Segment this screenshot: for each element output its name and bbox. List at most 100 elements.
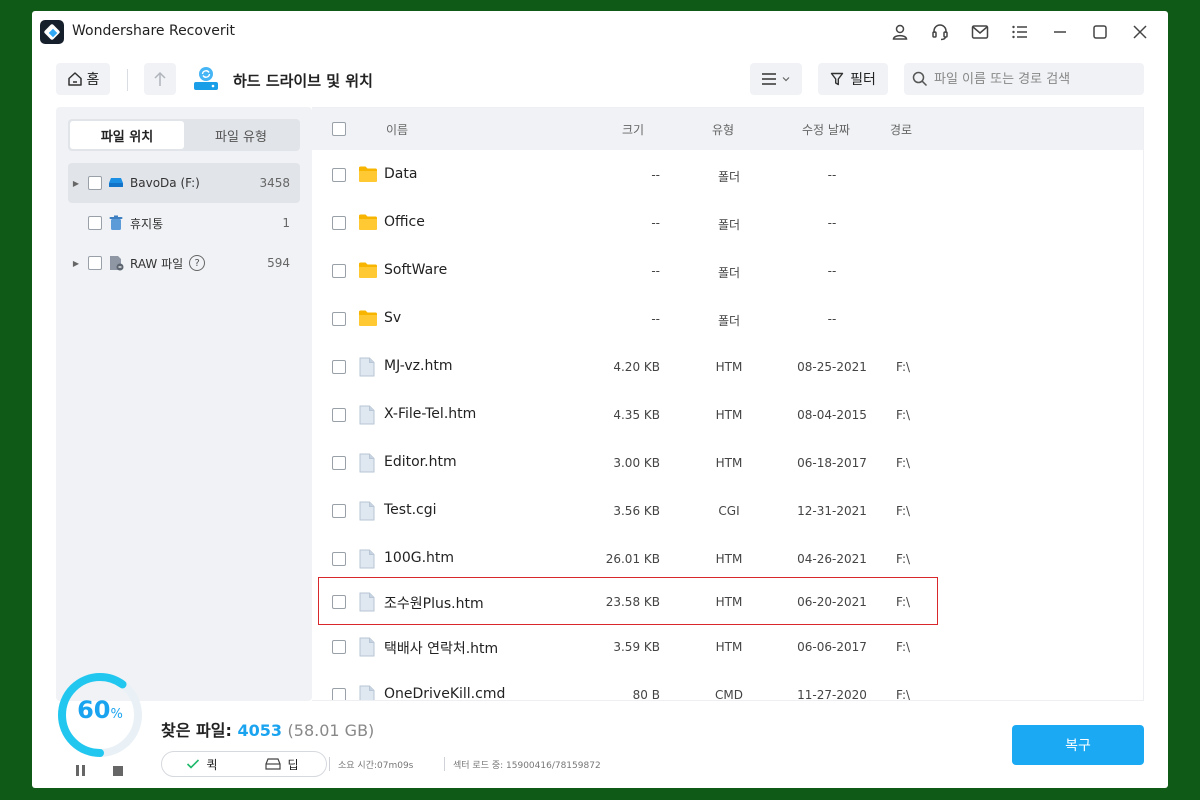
row-checkbox[interactable] [332, 456, 346, 470]
row-checkbox[interactable] [332, 216, 346, 230]
file-name: MJ-vz.htm [384, 358, 453, 374]
tab-file-location[interactable]: 파일 위치 [70, 121, 184, 149]
sidebar-item-label: BavoDa (F:) [130, 176, 200, 190]
minimize-icon[interactable] [1048, 21, 1072, 43]
sidebar-item-checkbox[interactable] [88, 216, 102, 230]
file-date: 08-25-2021 [797, 360, 867, 374]
sidebar-item-count: 1 [282, 216, 290, 230]
table-row-highlighted[interactable]: 조수원Plus.htm 23.58 KB HTM 06-20-2021 F:\ [318, 577, 938, 625]
maximize-icon[interactable] [1088, 21, 1112, 43]
raw-file-icon [108, 255, 124, 271]
file-size: -- [651, 216, 660, 230]
progress-value: 60 [77, 696, 111, 724]
tab-file-type[interactable]: 파일 유형 [184, 121, 298, 149]
user-icon[interactable] [888, 21, 912, 43]
search-icon [912, 71, 928, 87]
sidebar-item-raw[interactable]: ▶ RAW 파일 ? 594 [68, 243, 300, 283]
home-button[interactable]: 홈 [56, 63, 110, 95]
file-date: 11-27-2020 [797, 688, 867, 701]
stat-divider [444, 757, 445, 771]
sector-progress: 섹터 로드 중: 15900416/78159872 [453, 761, 601, 771]
row-checkbox[interactable] [332, 640, 346, 654]
menu-icon[interactable] [1008, 21, 1032, 43]
file-icon [358, 592, 378, 612]
file-name: 택배사 연락처.htm [384, 641, 499, 657]
file-icon [358, 405, 378, 425]
sidebar-tabs: 파일 위치 파일 유형 [68, 119, 300, 151]
file-path: F:\ [896, 456, 911, 470]
column-type[interactable]: 유형 [712, 121, 734, 138]
table-row[interactable]: Data -- 폴더 -- [312, 151, 1143, 199]
row-checkbox[interactable] [332, 408, 346, 422]
row-checkbox[interactable] [332, 168, 346, 182]
file-name: SoftWare [384, 262, 448, 278]
file-path: F:\ [896, 552, 911, 566]
column-name[interactable]: 이름 [386, 121, 408, 138]
sidebar-item-trash[interactable]: 휴지통 1 [68, 203, 300, 243]
file-size: -- [651, 264, 660, 278]
sidebar-item-count: 594 [267, 256, 290, 270]
stop-icon[interactable] [113, 766, 123, 776]
table-row[interactable]: MJ-vz.htm 4.20 KB HTM 08-25-2021 F:\ [312, 343, 1143, 391]
headset-icon[interactable] [928, 21, 952, 43]
sidebar-item-checkbox[interactable] [88, 256, 102, 270]
row-checkbox[interactable] [332, 312, 346, 326]
select-all-checkbox[interactable] [332, 122, 346, 136]
file-date: 08-04-2015 [797, 408, 867, 422]
close-icon[interactable] [1128, 21, 1152, 43]
chevron-down-icon [782, 77, 790, 82]
pause-icon[interactable] [76, 765, 88, 777]
table-row[interactable]: Editor.htm 3.00 KB HTM 06-18-2017 F:\ [312, 439, 1143, 487]
file-date: 06-20-2021 [797, 595, 867, 609]
table-row[interactable]: X-File-Tel.htm 4.35 KB HTM 08-04-2015 F:\ [312, 391, 1143, 439]
table-row[interactable]: 택배사 연락처.htm 3.59 KB HTM 06-06-2017 F:\ [312, 623, 1143, 671]
deep-label: 딥 [287, 757, 299, 772]
file-name: 조수원Plus.htm [384, 596, 484, 612]
view-mode-button[interactable] [750, 63, 802, 95]
file-name: 100G.htm [384, 550, 455, 566]
file-name: X-File-Tel.htm [384, 406, 477, 422]
file-name: Test.cgi [384, 502, 437, 518]
found-size: (58.01 GB) [287, 721, 375, 740]
help-icon[interactable]: ? [189, 255, 206, 271]
file-path: F:\ [896, 688, 911, 701]
column-modified[interactable]: 수정 날짜 [802, 121, 850, 138]
row-checkbox[interactable] [332, 688, 346, 700]
file-name: Data [384, 166, 418, 182]
row-checkbox[interactable] [332, 360, 346, 374]
sidebar: 파일 위치 파일 유형 ▶ BavoDa (F:) 3458 휴지통 1 ▶ R… [56, 107, 312, 701]
table-row[interactable]: Sv -- 폴더 -- [312, 295, 1143, 343]
row-checkbox[interactable] [332, 264, 346, 278]
table-row[interactable]: Office -- 폴더 -- [312, 199, 1143, 247]
folder-icon [358, 165, 378, 185]
table-row[interactable]: 100G.htm 26.01 KB HTM 04-26-2021 F:\ [312, 535, 1143, 583]
column-path[interactable]: 경로 [890, 121, 912, 138]
up-button[interactable] [144, 63, 176, 95]
row-checkbox[interactable] [332, 552, 346, 566]
row-checkbox[interactable] [332, 504, 346, 518]
table-row[interactable]: SoftWare -- 폴더 -- [312, 247, 1143, 295]
deep-scan-status: 딥 [242, 756, 322, 773]
file-path: F:\ [896, 640, 911, 654]
column-size[interactable]: 크기 [622, 121, 644, 138]
expand-caret-icon[interactable]: ▶ [68, 179, 84, 188]
file-date: 04-26-2021 [797, 552, 867, 566]
file-type: CMD [715, 688, 743, 701]
table-row[interactable]: Test.cgi 3.56 KB CGI 12-31-2021 F:\ [312, 487, 1143, 535]
file-size: 3.56 KB [613, 504, 660, 518]
expand-caret-icon[interactable]: ▶ [68, 259, 84, 268]
location-title: 하드 드라이브 및 위치 [233, 72, 373, 90]
sidebar-item-drive[interactable]: ▶ BavoDa (F:) 3458 [68, 163, 300, 203]
elapsed-time: 소요 시간:07m09s [338, 761, 414, 771]
file-date: -- [827, 312, 837, 326]
mail-icon[interactable] [968, 21, 992, 43]
folder-icon [358, 309, 378, 329]
sidebar-item-checkbox[interactable] [88, 176, 102, 190]
filter-button[interactable]: 필터 [818, 63, 888, 95]
row-checkbox[interactable] [332, 595, 346, 609]
table-row[interactable]: OneDriveKill.cmd 80 B CMD 11-27-2020 F:\ [312, 671, 1143, 701]
file-type: HTM [715, 360, 743, 374]
search-input[interactable] [934, 71, 1134, 87]
recover-button[interactable]: 복구 [1012, 725, 1144, 765]
file-size: -- [651, 312, 660, 326]
